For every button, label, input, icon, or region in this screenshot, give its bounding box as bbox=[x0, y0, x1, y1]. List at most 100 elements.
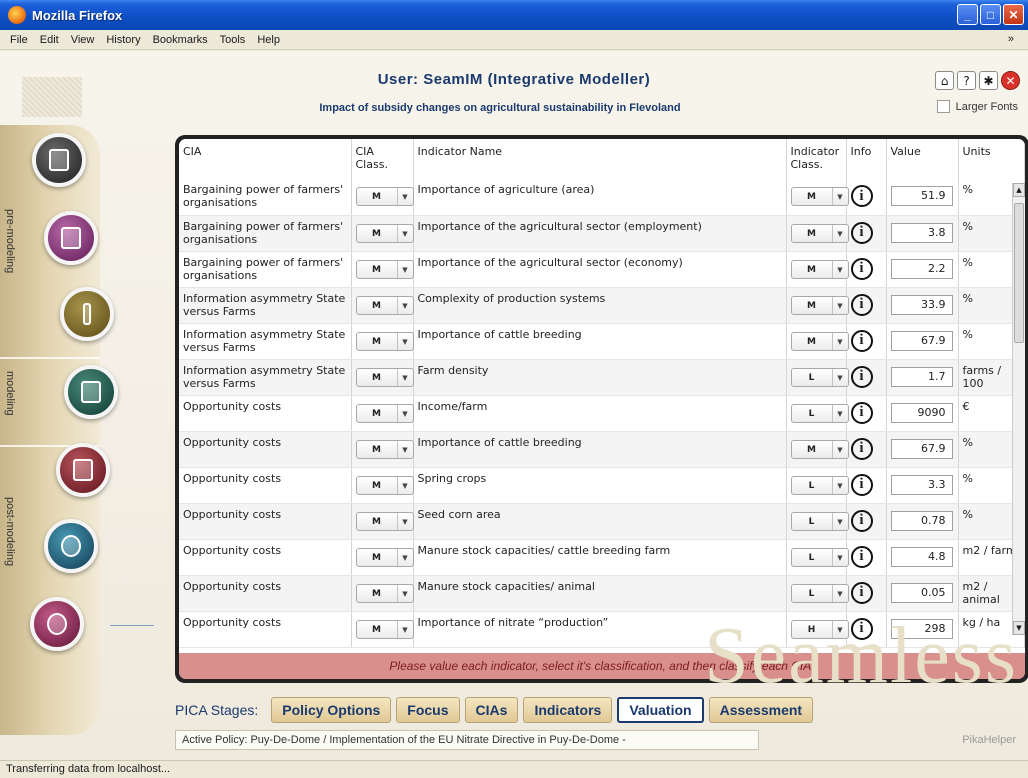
cia-class-select[interactable]: M ▼ bbox=[355, 187, 414, 206]
stage-cias-button[interactable]: CIAs bbox=[464, 697, 519, 723]
indicator-class-select[interactable]: L ▼ bbox=[790, 475, 849, 495]
larger-fonts-checkbox[interactable] bbox=[936, 100, 950, 113]
chevron-down-icon[interactable]: ▼ bbox=[396, 332, 413, 350]
menu-tools[interactable]: Tools bbox=[214, 34, 252, 46]
cia-class-select[interactable]: M ▼ bbox=[355, 583, 414, 603]
col-header-value[interactable]: Value bbox=[886, 139, 959, 179]
info-icon[interactable]: i bbox=[850, 581, 873, 604]
globe-stage-button[interactable] bbox=[44, 519, 98, 573]
stage-policy-options-button[interactable]: Policy Options bbox=[271, 697, 392, 723]
chevron-down-icon[interactable]: ▼ bbox=[396, 476, 413, 494]
chevron-down-icon[interactable]: ▼ bbox=[831, 188, 848, 205]
indicator-class-select[interactable]: M ▼ bbox=[790, 259, 849, 279]
chevron-down-icon[interactable]: ▼ bbox=[831, 404, 848, 422]
indicator-class-select[interactable]: M ▼ bbox=[790, 223, 849, 243]
indicator-class-select[interactable]: L ▼ bbox=[790, 367, 849, 387]
col-header-cia[interactable]: CIA bbox=[179, 139, 352, 179]
chevron-down-icon[interactable]: ▼ bbox=[396, 368, 413, 386]
indicator-class-select[interactable]: M ▼ bbox=[790, 187, 849, 206]
col-header-indicator-class[interactable]: Indicator Class. bbox=[786, 139, 847, 179]
value-input[interactable]: 1.7 bbox=[890, 366, 953, 387]
stage-indicators-button[interactable]: Indicators bbox=[523, 697, 613, 723]
indicator-class-select[interactable]: L ▼ bbox=[790, 511, 849, 531]
info-icon[interactable]: i bbox=[850, 365, 873, 388]
cia-class-select[interactable]: M ▼ bbox=[355, 223, 414, 243]
indicator-class-select[interactable]: M ▼ bbox=[790, 439, 849, 459]
col-header-indicator-name[interactable]: Indicator Name bbox=[413, 139, 787, 179]
help-icon[interactable]: ? bbox=[957, 71, 976, 90]
maximize-button[interactable]: □ bbox=[980, 4, 1001, 25]
value-input[interactable]: 3.8 bbox=[890, 222, 953, 243]
menu-view[interactable]: View bbox=[65, 34, 101, 46]
cia-class-select[interactable]: M ▼ bbox=[355, 259, 414, 279]
chevron-down-icon[interactable]: ▼ bbox=[831, 368, 848, 386]
larger-fonts-toggle[interactable]: Larger Fonts bbox=[936, 100, 1018, 113]
minimize-button[interactable]: _ bbox=[957, 4, 978, 25]
menu-overflow-icon[interactable]: » bbox=[1002, 33, 1020, 45]
pikahelper-label[interactable]: PikaHelper bbox=[962, 734, 1016, 746]
table-scrollbar[interactable]: ▲ ▼ bbox=[1012, 183, 1025, 635]
info-icon[interactable]: i bbox=[850, 509, 873, 532]
chevron-down-icon[interactable]: ▼ bbox=[831, 440, 848, 458]
cia-class-select[interactable]: M ▼ bbox=[355, 511, 414, 531]
value-input[interactable]: 51.9 bbox=[890, 186, 953, 206]
scroll-thumb[interactable] bbox=[1014, 203, 1024, 343]
cia-class-select[interactable]: M ▼ bbox=[355, 475, 414, 495]
chevron-down-icon[interactable]: ▼ bbox=[831, 476, 848, 494]
chevron-down-icon[interactable]: ▼ bbox=[396, 404, 413, 422]
indicator-class-select[interactable]: M ▼ bbox=[790, 295, 849, 315]
cia-class-select[interactable]: M ▼ bbox=[355, 367, 414, 387]
stage-valuation-button[interactable]: Valuation bbox=[617, 697, 704, 723]
menu-bookmarks[interactable]: Bookmarks bbox=[147, 34, 214, 46]
info-icon[interactable]: i bbox=[850, 401, 873, 424]
value-input[interactable]: 2.2 bbox=[890, 258, 953, 279]
info-icon[interactable]: i bbox=[850, 437, 873, 460]
chevron-down-icon[interactable]: ▼ bbox=[831, 584, 848, 602]
document-stage-button[interactable] bbox=[44, 211, 98, 265]
value-input[interactable]: 67.9 bbox=[890, 330, 953, 351]
menu-help[interactable]: Help bbox=[251, 34, 286, 46]
info-icon[interactable]: i bbox=[850, 329, 873, 352]
value-input[interactable]: 33.9 bbox=[890, 294, 953, 315]
info-icon[interactable]: i bbox=[850, 221, 873, 244]
chevron-down-icon[interactable]: ▼ bbox=[396, 296, 413, 314]
close-button[interactable]: ✕ bbox=[1003, 4, 1024, 25]
indicator-class-select[interactable]: L ▼ bbox=[790, 403, 849, 423]
home-icon[interactable]: ⌂ bbox=[935, 71, 954, 90]
scroll-up-arrow-icon[interactable]: ▲ bbox=[1013, 183, 1025, 197]
indicator-class-select[interactable]: L ▼ bbox=[790, 583, 849, 603]
info-icon[interactable]: i bbox=[850, 257, 873, 280]
menu-edit[interactable]: Edit bbox=[34, 34, 65, 46]
info-icon[interactable]: i bbox=[850, 545, 873, 568]
stage-focus-button[interactable]: Focus bbox=[396, 697, 460, 723]
bug-icon[interactable]: ✱ bbox=[979, 71, 998, 90]
indicator-class-select[interactable]: M ▼ bbox=[790, 331, 849, 351]
thermometer-stage-button[interactable] bbox=[60, 287, 114, 341]
chevron-down-icon[interactable]: ▼ bbox=[831, 296, 848, 314]
col-header-units[interactable]: Units bbox=[958, 139, 1025, 179]
chevron-down-icon[interactable]: ▼ bbox=[831, 260, 848, 278]
chevron-down-icon[interactable]: ▼ bbox=[396, 584, 413, 602]
chevron-down-icon[interactable]: ▼ bbox=[396, 440, 413, 458]
col-header-cia-class[interactable]: CIA Class. bbox=[351, 139, 414, 179]
menu-history[interactable]: History bbox=[100, 34, 146, 46]
value-input[interactable]: 4.8 bbox=[890, 546, 953, 567]
chevron-down-icon[interactable]: ▼ bbox=[396, 548, 413, 566]
chevron-down-icon[interactable]: ▼ bbox=[396, 620, 413, 638]
value-input[interactable]: 0.78 bbox=[890, 510, 953, 531]
chart-stage-button[interactable] bbox=[56, 443, 110, 497]
cia-class-select[interactable]: M ▼ bbox=[355, 619, 414, 639]
chevron-down-icon[interactable]: ▼ bbox=[831, 224, 848, 242]
exit-icon[interactable]: ✕ bbox=[1001, 71, 1020, 90]
cia-class-select[interactable]: M ▼ bbox=[355, 295, 414, 315]
chevron-down-icon[interactable]: ▼ bbox=[396, 188, 413, 205]
info-icon[interactable]: i bbox=[850, 185, 873, 207]
chevron-down-icon[interactable]: ▼ bbox=[396, 512, 413, 530]
info-icon[interactable]: i bbox=[850, 473, 873, 496]
chevron-down-icon[interactable]: ▼ bbox=[831, 548, 848, 566]
stage-assessment-button[interactable]: Assessment bbox=[708, 697, 814, 723]
chevron-down-icon[interactable]: ▼ bbox=[831, 512, 848, 530]
value-input[interactable]: 0.05 bbox=[890, 582, 953, 603]
info-icon[interactable]: i bbox=[850, 293, 873, 316]
chevron-down-icon[interactable]: ▼ bbox=[831, 332, 848, 350]
